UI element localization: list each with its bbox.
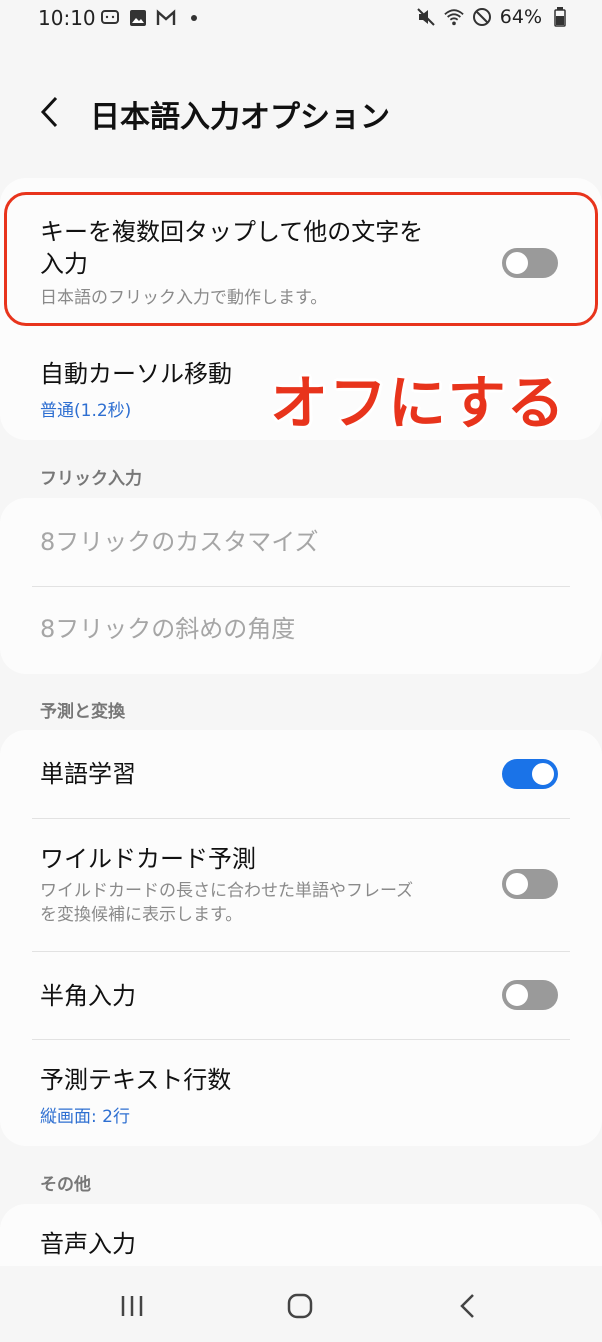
home-icon — [287, 1293, 313, 1319]
mute-icon — [416, 7, 436, 27]
half-width-title: 半角入力 — [40, 982, 136, 1010]
half-width-row[interactable]: 半角入力 — [0, 952, 602, 1040]
wifi-icon — [444, 7, 464, 27]
no-disturb-icon — [472, 7, 492, 27]
wildcard-subtitle-line2: を変換候補に表示します。 — [40, 905, 243, 925]
flick-customize-title: 8フリックのカスタマイズ — [40, 528, 319, 556]
highlight-box — [4, 192, 598, 326]
flick-angle-row[interactable]: 8フリックの斜めの角度 — [0, 587, 602, 674]
section-header-prediction: 予測と変換 — [40, 702, 125, 722]
system-icons: 64% — [416, 6, 570, 28]
half-width-toggle[interactable] — [502, 980, 558, 1010]
back-button[interactable] — [30, 90, 70, 134]
recent-apps-button[interactable] — [112, 1286, 152, 1326]
wildcard-toggle[interactable] — [502, 869, 558, 899]
back-arrow-icon — [40, 96, 58, 128]
battery-level: 64% — [499, 6, 542, 28]
chat-icon — [100, 8, 120, 28]
battery-icon — [550, 7, 570, 27]
toggle-knob — [504, 982, 530, 1008]
toggle-knob — [504, 871, 530, 897]
wildcard-title: ワイルドカード予測 — [40, 845, 256, 873]
dot-icon — [184, 8, 204, 28]
home-button[interactable] — [280, 1286, 320, 1326]
status-time: 10:10 — [38, 6, 96, 30]
navigation-bar — [0, 1266, 602, 1342]
prediction-card: 単語学習 ワイルドカード予測 ワイルドカードの長さに合わせた単語やフレーズ を変… — [0, 730, 602, 1146]
auto-cursor-value: 普通(1.2秒) — [40, 401, 132, 421]
nav-back-button[interactable] — [448, 1286, 488, 1326]
image-icon — [128, 8, 148, 28]
flick-customize-row[interactable]: 8フリックのカスタマイズ — [0, 498, 602, 586]
gmail-icon — [156, 8, 176, 28]
prediction-lines-row[interactable]: 予測テキスト行数 縦画面: 2行 — [0, 1040, 602, 1146]
notification-icons — [100, 8, 204, 28]
status-bar: 10:10 64% — [0, 0, 602, 38]
app-header: 日本語入力オプション — [0, 80, 602, 144]
back-icon — [460, 1294, 474, 1318]
prediction-lines-value: 縦画面: 2行 — [40, 1107, 130, 1127]
section-header-other: その他 — [40, 1175, 91, 1195]
page-title: 日本語入力オプション — [90, 100, 390, 135]
flick-card: 8フリックのカスタマイズ 8フリックの斜めの角度 — [0, 498, 602, 674]
word-learning-row[interactable]: 単語学習 — [0, 730, 602, 818]
wildcard-row[interactable]: ワイルドカード予測 ワイルドカードの長さに合わせた単語やフレーズ を変換候補に表… — [0, 819, 602, 951]
word-learning-title: 単語学習 — [40, 760, 136, 788]
voice-input-title: 音声入力 — [40, 1230, 136, 1258]
toggle-knob — [530, 761, 556, 787]
flick-angle-title: 8フリックの斜めの角度 — [40, 615, 296, 643]
wildcard-subtitle-line1: ワイルドカードの長さに合わせた単語やフレーズ — [40, 881, 414, 901]
annotation-text: オフにする — [270, 369, 566, 437]
auto-cursor-title: 自動カーソル移動 — [40, 360, 232, 388]
word-learning-toggle[interactable] — [502, 759, 558, 789]
prediction-lines-title: 予測テキスト行数 — [40, 1066, 232, 1094]
section-header-flick: フリック入力 — [40, 469, 142, 489]
recent-apps-icon — [121, 1296, 143, 1316]
